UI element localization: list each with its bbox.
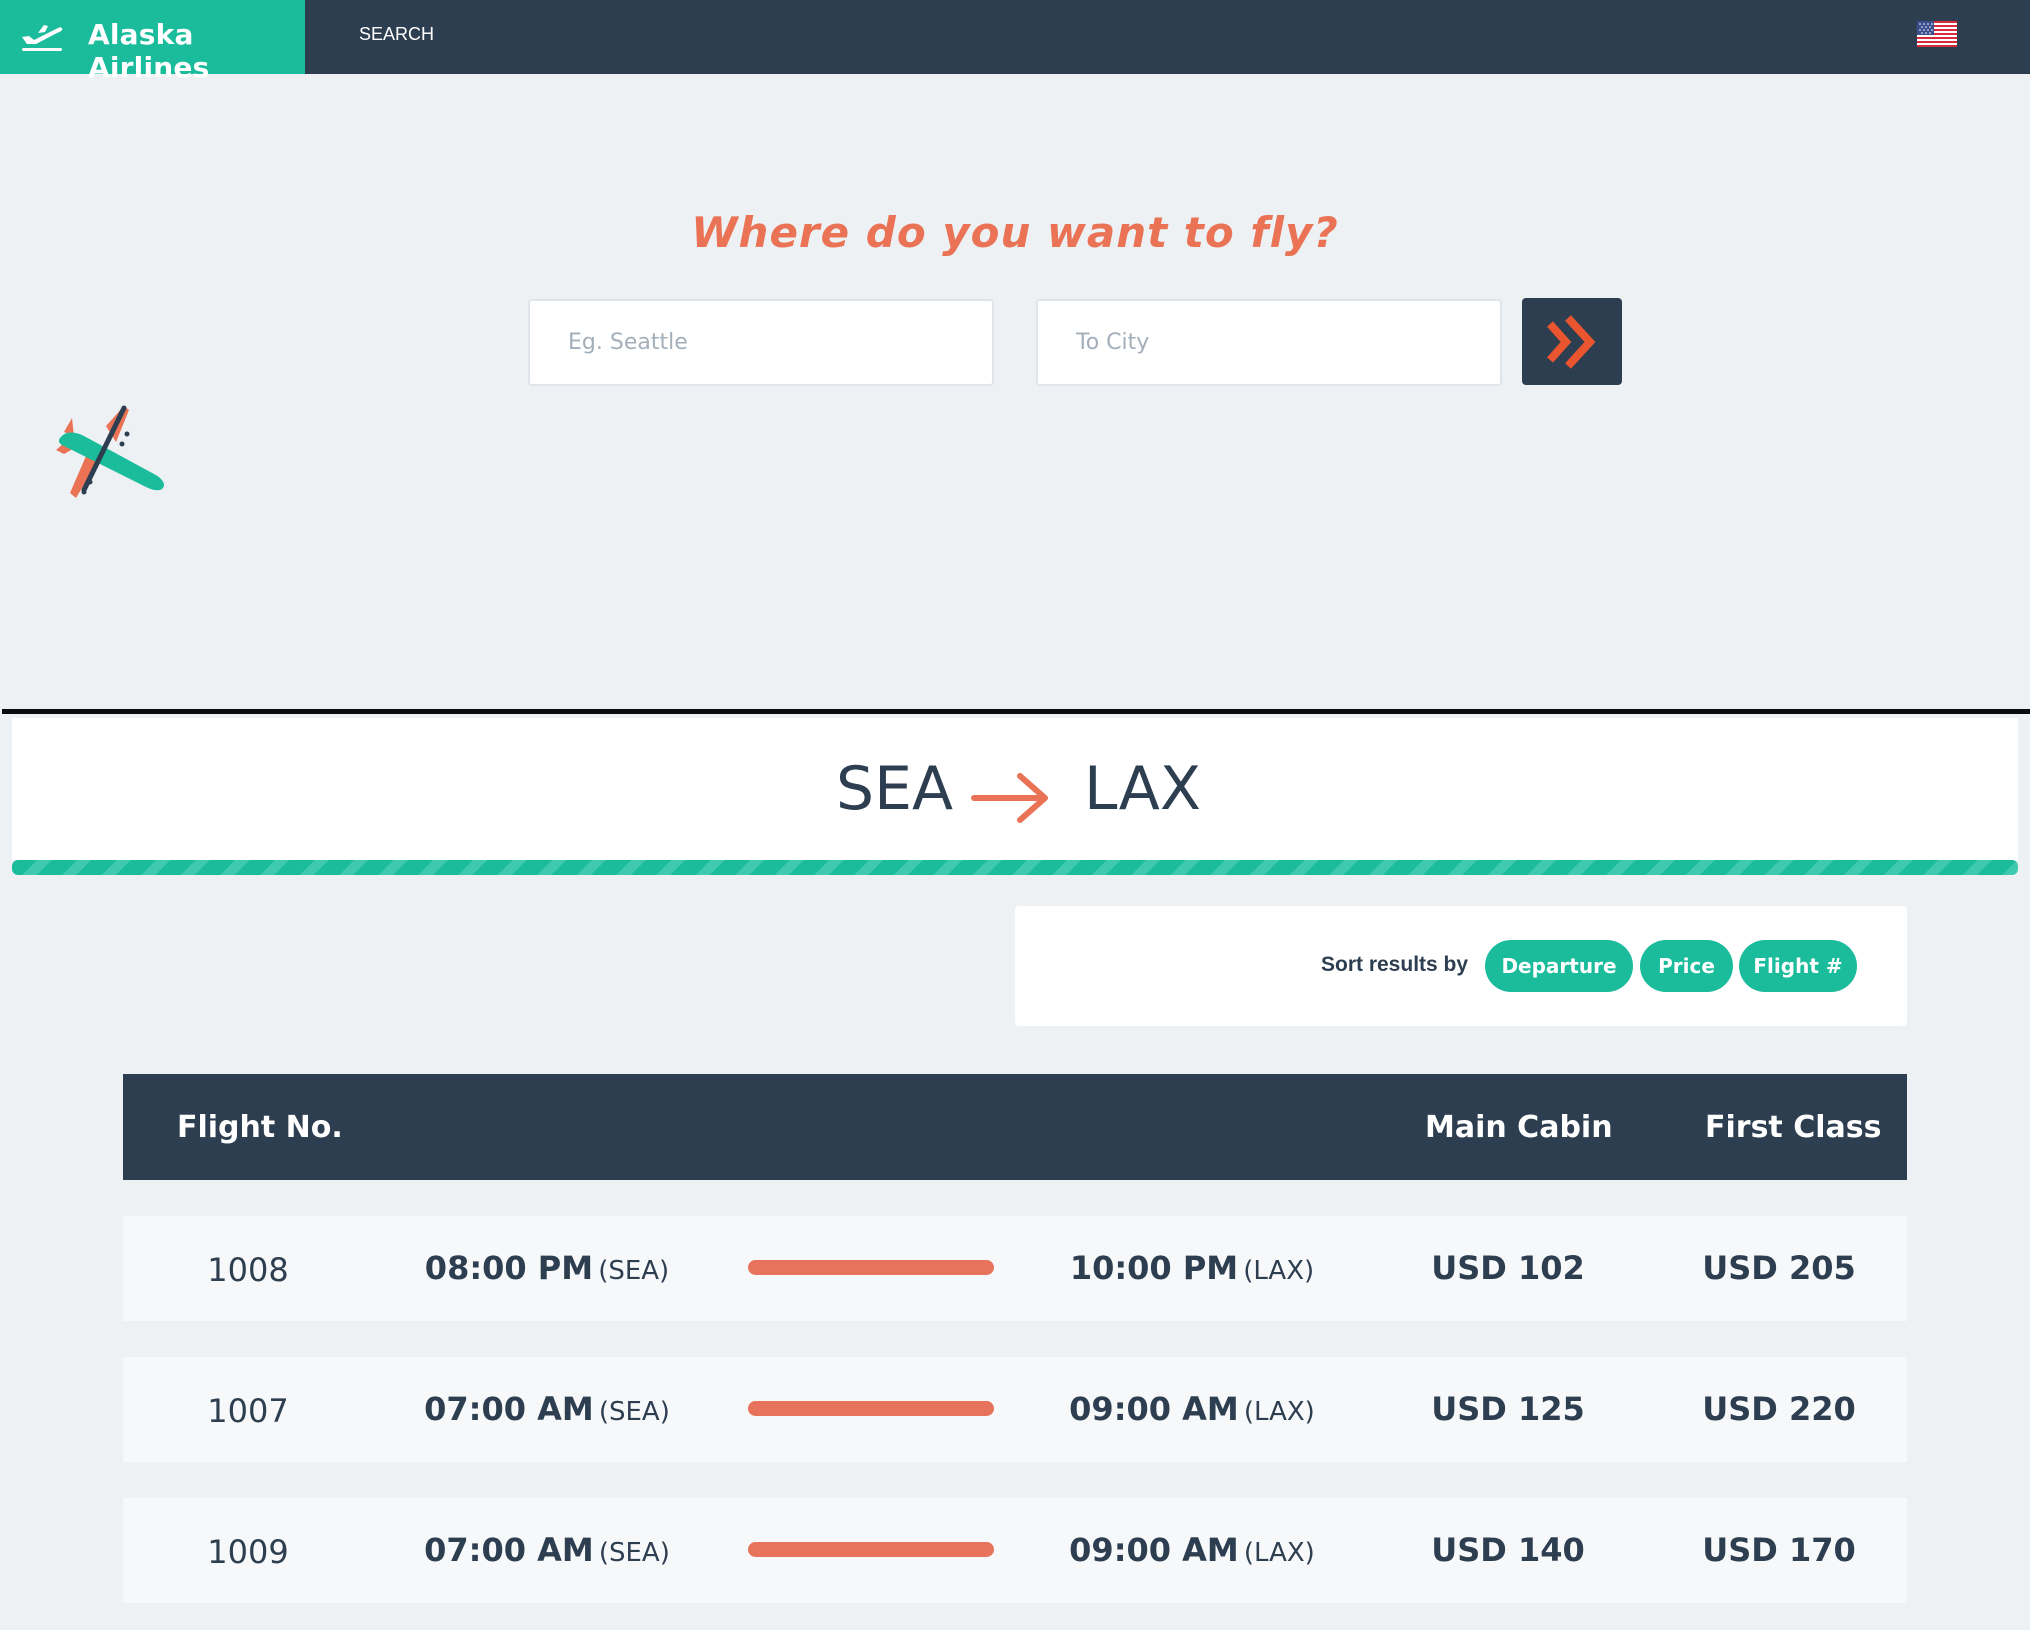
brand-logo-link[interactable]: Alaska Airlines [0, 0, 305, 84]
first-class-price[interactable]: USD 205 [1649, 1249, 1909, 1287]
arrival-time: 09:00 AM (LAX) [1042, 1531, 1342, 1569]
departure-time-value: 08:00 PM [424, 1249, 594, 1287]
results-table-header: Flight No. Main Cabin First Class [123, 1074, 1907, 1180]
main-cabin-price[interactable]: USD 140 [1378, 1531, 1638, 1569]
header-main-cabin[interactable]: Main Cabin [1425, 1110, 1613, 1145]
departure-airport-code: (SEA) [598, 1256, 670, 1286]
table-row[interactable]: 1008 08:00 PM (SEA) 10:00 PM (LAX) USD 1… [123, 1216, 1907, 1321]
departure-airport-code: (SEA) [598, 1397, 670, 1427]
from-city-input[interactable] [528, 299, 994, 386]
flight-duration-bar [748, 1542, 994, 1557]
to-city-input[interactable] [1036, 299, 1502, 386]
departure-time-value: 07:00 AM [424, 1390, 594, 1428]
nav-search-link[interactable]: SEARCH [359, 24, 434, 45]
departure-airport-code: (SEA) [598, 1538, 670, 1568]
brand-name: Alaska Airlines [88, 18, 210, 84]
route-stripe-divider [12, 860, 2018, 875]
us-flag-icon[interactable] [1917, 21, 1957, 47]
sort-departure-button[interactable]: Departure [1485, 940, 1633, 992]
flight-duration-bar [748, 1401, 994, 1416]
arrival-time-value: 10:00 PM [1069, 1249, 1239, 1287]
flight-number: 1009 [207, 1533, 289, 1571]
top-navbar: Alaska Airlines SEARCH [0, 0, 2030, 84]
double-chevron-right-icon [1547, 314, 1596, 369]
flight-number: 1008 [207, 1251, 289, 1289]
first-class-price[interactable]: USD 220 [1649, 1390, 1909, 1428]
departure-time: 07:00 AM (SEA) [397, 1390, 697, 1428]
search-submit-button[interactable] [1522, 298, 1622, 385]
main-cabin-price[interactable]: USD 125 [1378, 1390, 1638, 1428]
arrival-time-value: 09:00 AM [1069, 1531, 1239, 1569]
table-row[interactable]: 1007 07:00 AM (SEA) 09:00 AM (LAX) USD 1… [123, 1357, 1907, 1462]
route-banner: SEA LAX [12, 718, 2018, 860]
sort-price-button[interactable]: Price [1640, 940, 1733, 992]
header-flight-no[interactable]: Flight No. [177, 1110, 343, 1145]
flight-duration-bar [748, 1260, 994, 1275]
search-heading: Where do you want to fly? [691, 208, 1339, 257]
arrival-time: 10:00 PM (LAX) [1042, 1249, 1342, 1287]
route-origin-code: SEA [836, 754, 954, 824]
table-row[interactable]: 1009 07:00 AM (SEA) 09:00 AM (LAX) USD 1… [123, 1498, 1907, 1603]
flight-number: 1007 [207, 1392, 289, 1430]
plane-takeoff-icon [22, 25, 63, 51]
sort-label: Sort results by [1321, 953, 1469, 976]
sort-flight-number-button[interactable]: Flight # [1739, 940, 1857, 992]
arrival-airport-code: (LAX) [1243, 1256, 1315, 1286]
arrow-right-icon [971, 773, 1048, 823]
departure-time: 07:00 AM (SEA) [397, 1531, 697, 1569]
first-class-price[interactable]: USD 170 [1649, 1531, 1909, 1569]
departure-time-value: 07:00 AM [424, 1531, 594, 1569]
airplane-illustration-icon [56, 405, 164, 498]
arrival-time: 09:00 AM (LAX) [1042, 1390, 1342, 1428]
header-first-class[interactable]: First Class [1705, 1110, 1881, 1145]
departure-time: 08:00 PM (SEA) [397, 1249, 697, 1287]
route-destination-code: LAX [1084, 754, 1201, 824]
arrival-airport-code: (LAX) [1243, 1397, 1315, 1427]
section-divider [2, 709, 2030, 714]
arrival-time-value: 09:00 AM [1069, 1390, 1239, 1428]
main-cabin-price[interactable]: USD 102 [1378, 1249, 1638, 1287]
sort-panel: Sort results by Departure Price Flight # [1015, 906, 1907, 1026]
arrival-airport-code: (LAX) [1243, 1538, 1315, 1568]
